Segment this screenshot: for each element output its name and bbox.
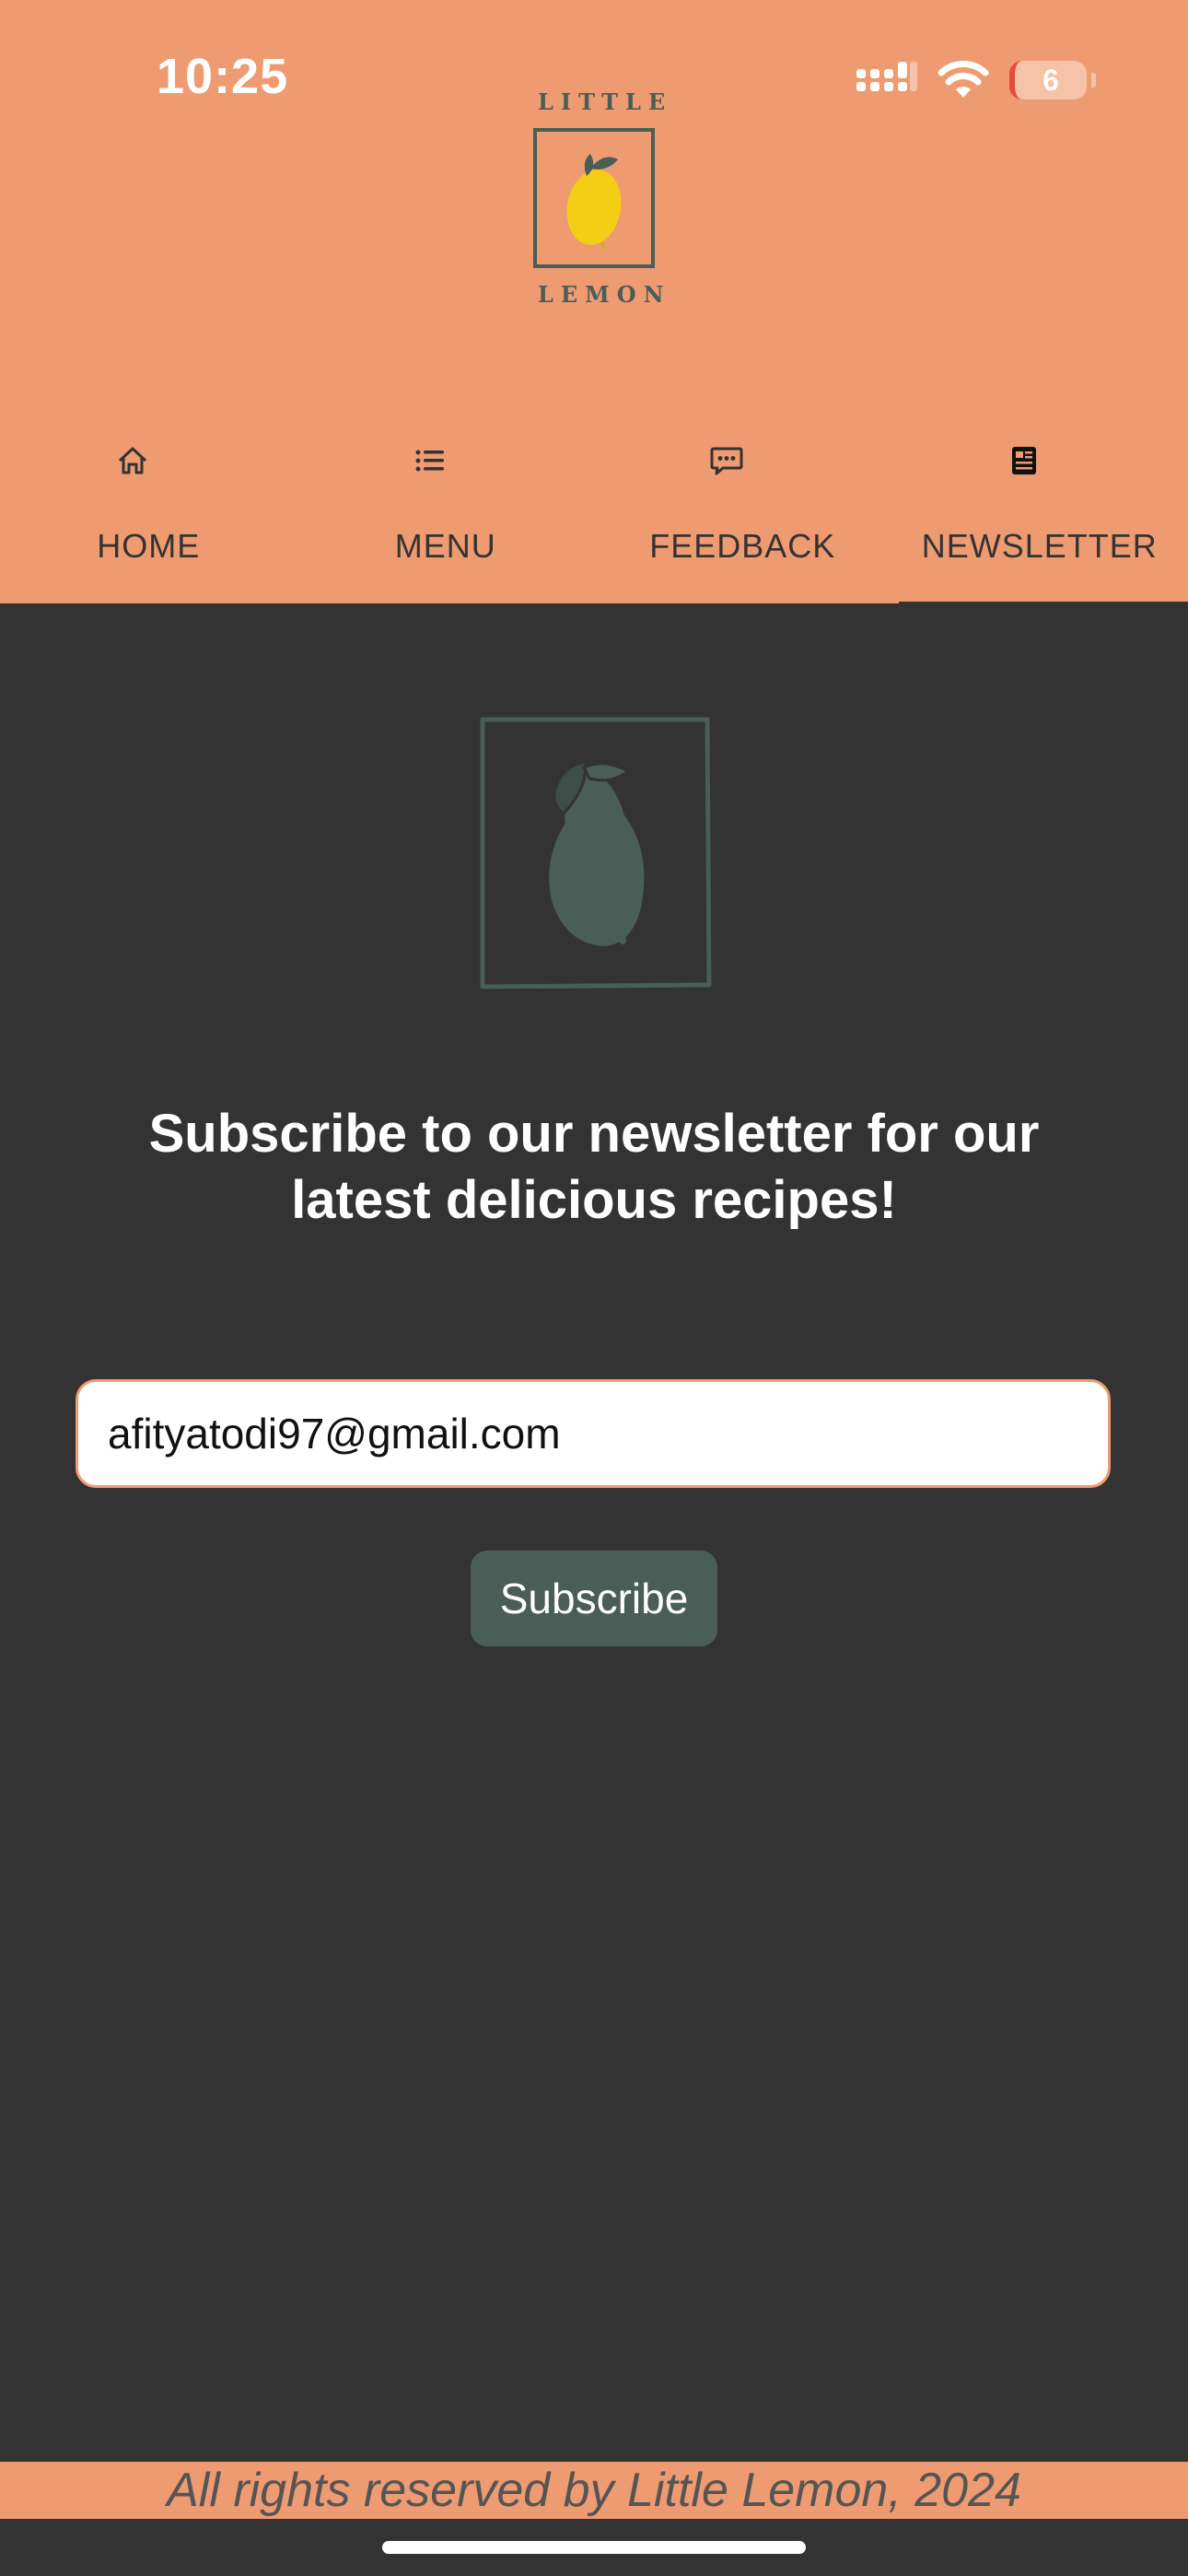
logo-frame (533, 128, 655, 268)
subscribe-button[interactable]: Subscribe (471, 1551, 717, 1646)
email-field[interactable] (76, 1379, 1111, 1488)
status-time: 10:25 (157, 49, 289, 104)
app-header: 10:25 6 LITTLE LEMON HOME MENU FEEDBACK … (0, 0, 1188, 608)
tab-feedback[interactable]: FEEDBACK (594, 424, 891, 603)
cellular-signal-icon (856, 62, 917, 91)
tab-bar: HOME MENU FEEDBACK NEWSLETTER (0, 424, 1188, 608)
newsletter-headline: Subscribe to our newsletter for our late… (148, 1104, 1040, 1230)
list-icon (415, 450, 444, 472)
battery-icon: 6 (1009, 61, 1096, 100)
home-indicator[interactable] (382, 2541, 806, 2554)
logo-bottom-word: LEMON (538, 281, 671, 308)
chat-bubble-icon (710, 447, 743, 475)
home-icon (118, 447, 147, 474)
status-icons: 6 (856, 57, 1096, 103)
logo-top-word: LITTLE (538, 88, 673, 115)
footer-copyright: All rights reserved by Little Lemon, 202… (0, 2462, 1188, 2519)
lemon-icon (566, 154, 622, 251)
tab-newsletter[interactable]: NEWSLETTER (891, 424, 1188, 608)
newsletter-lemon-logo (480, 717, 712, 989)
tab-feedback-label: FEEDBACK (649, 527, 836, 565)
tab-menu[interactable]: MENU (297, 424, 595, 603)
tab-newsletter-label: NEWSLETTER (921, 527, 1158, 565)
wifi-icon (938, 61, 989, 98)
battery-level: 6 (1042, 63, 1059, 97)
little-lemon-logo: LITTLE LEMON (530, 88, 673, 308)
newspaper-icon (1011, 447, 1036, 474)
tab-home-label: HOME (97, 527, 201, 565)
tab-menu-label: MENU (394, 527, 496, 565)
tab-home[interactable]: HOME (0, 424, 297, 603)
